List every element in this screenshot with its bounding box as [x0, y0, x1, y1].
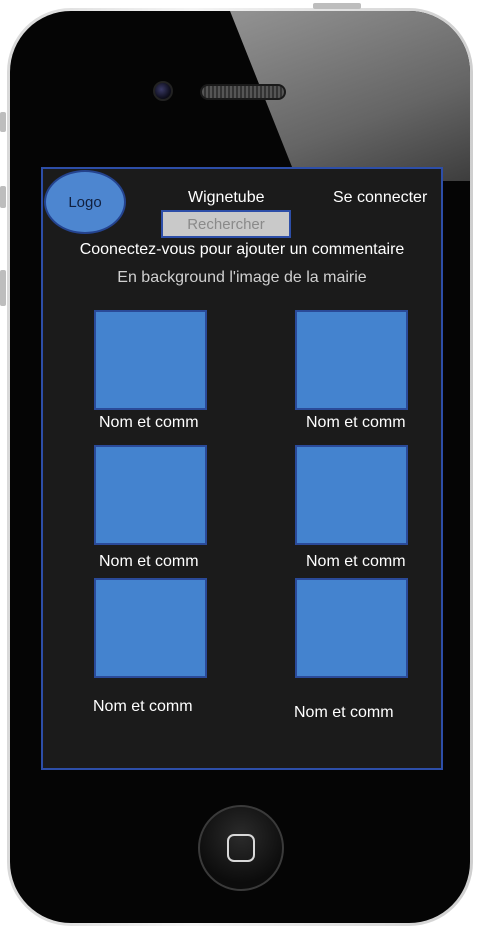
login-link[interactable]: Se connecter	[333, 189, 427, 207]
home-square-icon	[227, 834, 255, 862]
connect-prompt: Coonectez-vous pour ajouter un commentai…	[79, 241, 405, 258]
search-input[interactable]	[161, 210, 291, 238]
phone-frame: Logo Wignetube Se connecter Coonectez-vo…	[7, 8, 473, 926]
gallery-thumbnail-1[interactable]	[94, 310, 207, 410]
app-title: Wignetube	[188, 189, 265, 206]
gallery-thumbnail-6[interactable]	[295, 578, 408, 678]
gallery-thumbnail-5[interactable]	[94, 578, 207, 678]
mute-switch	[0, 186, 6, 208]
logo-label: Logo	[68, 193, 102, 211]
front-camera-icon	[153, 81, 173, 101]
phone-body: Logo Wignetube Se connecter Coonectez-vo…	[10, 11, 470, 923]
gallery-caption-3: Nom et comm	[99, 553, 199, 570]
gallery-caption-1: Nom et comm	[99, 414, 199, 431]
logo[interactable]: Logo	[44, 170, 126, 234]
power-button	[313, 3, 361, 9]
earpiece-speaker-icon	[200, 84, 286, 100]
gallery-thumbnail-4[interactable]	[295, 445, 408, 545]
gallery-caption-2: Nom et comm	[306, 414, 406, 431]
side-button-top	[0, 112, 6, 132]
gallery-thumbnail-3[interactable]	[94, 445, 207, 545]
background-note: En background l'image de la mairie	[117, 269, 367, 286]
gallery-caption-5: Nom et comm	[93, 698, 193, 715]
gallery-caption-6: Nom et comm	[294, 704, 394, 721]
volume-up-button	[0, 270, 6, 306]
gallery-thumbnail-2[interactable]	[295, 310, 408, 410]
gallery-caption-4: Nom et comm	[306, 553, 406, 570]
home-button[interactable]	[198, 805, 284, 891]
app-screen: Logo Wignetube Se connecter Coonectez-vo…	[41, 167, 443, 770]
